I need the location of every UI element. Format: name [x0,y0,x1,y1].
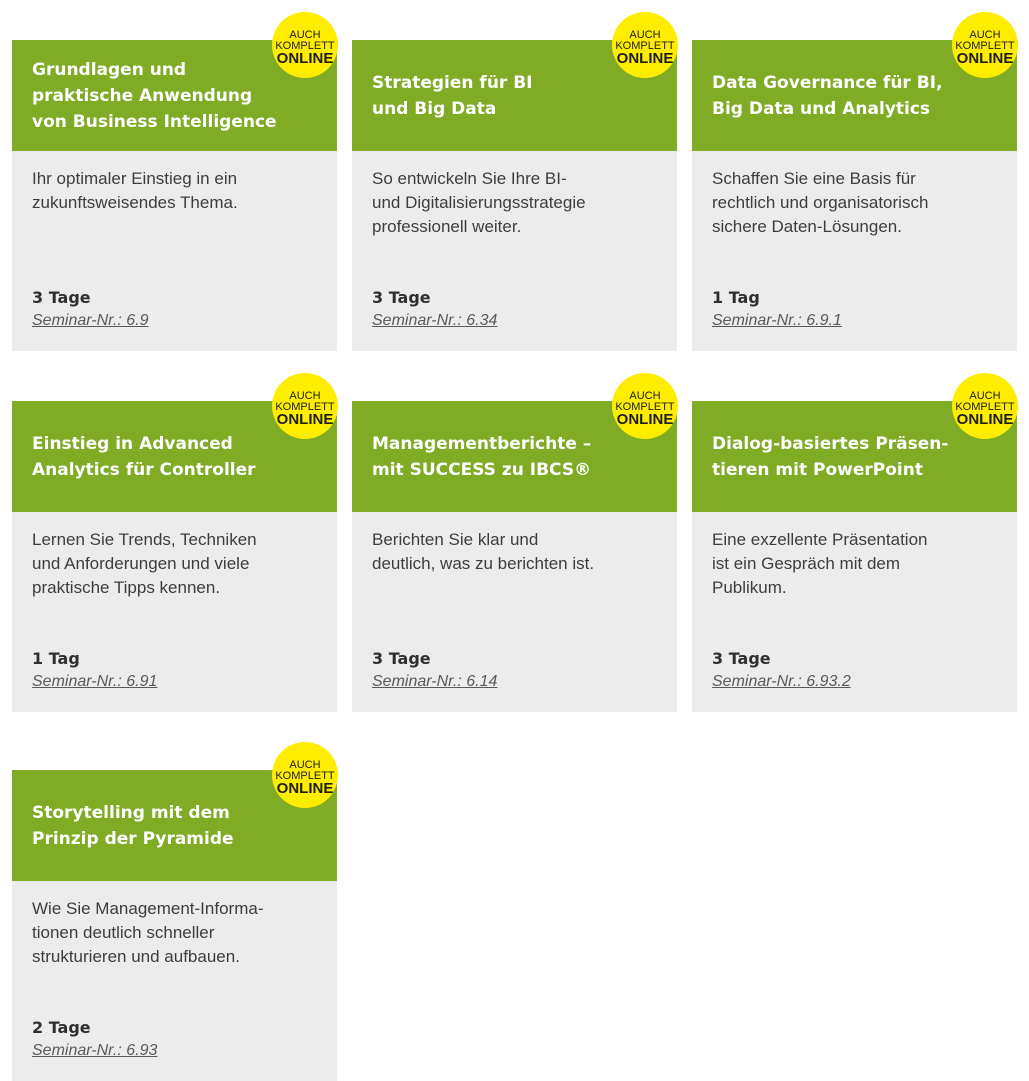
card-title-line: mit SUCCESS zu IBCS® [372,459,592,480]
card-body: Wie Sie Management-Informa- tionen deutl… [12,881,337,1081]
online-badge: AUCH KOMPLETT ONLINE [272,742,338,808]
online-badge: AUCH KOMPLETT ONLINE [272,373,338,439]
badge-line: ONLINE [956,50,1014,67]
card-body: Eine exzellente Präsentation ist ein Ges… [692,512,1017,712]
card-body: Ihr optimaler Einstieg in ein zukunftswe… [12,151,337,351]
card-description-line: Wie Sie Management-Informa- [32,899,264,918]
card-description-line: und Anforderungen und viele [32,554,250,573]
seminar-number-link[interactable]: Seminar-Nr.: 6.14 [372,673,497,691]
card-description-line: sichere Daten-Lösungen. [712,217,902,236]
card-duration: 1 Tag [712,288,760,307]
card-title-line: Prinzip der Pyramide [32,828,234,849]
card-description-line: Lernen Sie Trends, Techniken [32,530,257,549]
seminar-number-link[interactable]: Seminar-Nr.: 6.34 [372,312,497,330]
card-description-line: deutlich, was zu berichten ist. [372,554,595,573]
card-description-line: Publikum. [712,578,787,597]
online-badge: AUCH KOMPLETT ONLINE [952,373,1018,439]
seminar-card[interactable]: Storytelling mit dem Prinzip der Pyramid… [12,770,337,1081]
card-duration: 3 Tage [372,649,431,668]
card-duration: 3 Tage [372,288,431,307]
card-description-line: Eine exzellente Präsentation [712,530,928,549]
online-badge: AUCH KOMPLETT ONLINE [952,12,1018,78]
card-description-line: zukunftsweisendes Thema. [32,193,238,212]
seminar-number-link[interactable]: Seminar-Nr.: 6.9.1 [712,312,842,330]
card-title-line: Data Governance für BI, [712,72,943,93]
card-title-line: tieren mit PowerPoint [712,459,923,480]
card-description-line: strukturieren und aufbauen. [32,947,240,966]
card-title-line: Storytelling mit dem [32,802,230,823]
online-badge: AUCH KOMPLETT ONLINE [612,12,678,78]
card-duration: 3 Tage [32,288,91,307]
card-title-line: Analytics für Controller [32,459,256,480]
seminar-number-link[interactable]: Seminar-Nr.: 6.9 [32,312,148,330]
card-description-line: professionell weiter. [372,217,522,236]
card-duration: 3 Tage [712,649,771,668]
badge-line: ONLINE [956,411,1014,428]
card-description-line: und Digitalisierungsstrategie [372,193,586,212]
card-description-line: rechtlich und organisatorisch [712,193,929,212]
card-title-line: praktische Anwendung [32,85,253,106]
card-title-line: und Big Data [372,98,497,119]
card-body: So entwickeln Sie Ihre BI- und Digitalis… [352,151,677,351]
card-description-line: So entwickeln Sie Ihre BI- [372,169,567,188]
badge-line: ONLINE [276,780,334,797]
card-description-line: Ihr optimaler Einstieg in ein [32,169,238,188]
seminar-number-link[interactable]: Seminar-Nr.: 6.91 [32,673,157,691]
badge-line: ONLINE [616,411,674,428]
seminar-number-link[interactable]: Seminar-Nr.: 6.93.2 [712,673,851,691]
card-description-line: Berichten Sie klar und [372,530,539,549]
card-body: Schaffen Sie eine Basis für rechtlich un… [692,151,1017,351]
seminar-number-link[interactable]: Seminar-Nr.: 6.93 [32,1042,157,1060]
seminar-card[interactable]: Strategien für BI und Big Data So entwic… [352,40,677,351]
card-title-line: Managementberichte – [372,433,592,454]
card-title-line: von Business Intelligence [32,111,277,132]
card-title-line: Strategien für BI [372,72,533,93]
card-description-line: tionen deutlich schneller [32,923,215,942]
online-badge: AUCH KOMPLETT ONLINE [272,12,338,78]
card-description-line: ist ein Gespräch mit dem [712,554,901,573]
seminar-card[interactable]: Managementberichte – mit SUCCESS zu IBCS… [352,401,677,712]
card-body: Berichten Sie klar und deutlich, was zu … [352,512,677,712]
card-title-line: Dialog-basiertes Präsen- [712,433,949,454]
badge-line: ONLINE [276,411,334,428]
seminar-card[interactable]: Grundlagen und praktische Anwendung von … [12,40,337,351]
card-title-line: Einstieg in Advanced [32,433,233,454]
card-title-line: Big Data und Analytics [712,98,931,119]
card-duration: 2 Tage [32,1018,91,1037]
online-badge: AUCH KOMPLETT ONLINE [612,373,678,439]
seminar-card[interactable]: Dialog-basiertes Präsen- tieren mit Powe… [692,401,1017,712]
card-description-line: praktische Tipps kennen. [32,578,221,597]
badge-line: ONLINE [276,50,334,67]
seminar-card[interactable]: Data Governance für BI, Big Data und Ana… [692,40,1017,351]
card-body: Lernen Sie Trends, Techniken und Anforde… [12,512,337,712]
card-duration: 1 Tag [32,649,80,668]
badge-line: ONLINE [616,50,674,67]
card-description-line: Schaffen Sie eine Basis für [712,169,916,188]
seminar-card[interactable]: Einstieg in Advanced Analytics für Contr… [12,401,337,712]
